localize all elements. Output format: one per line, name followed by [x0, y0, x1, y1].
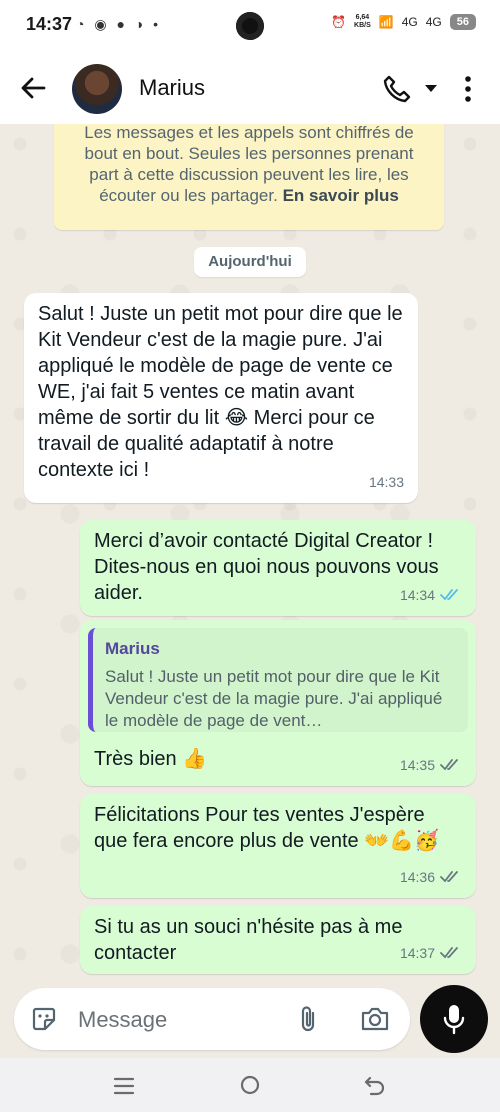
status-right-cluster: ⏰ 6,64 KB/S 📶 4G 4G 56: [331, 14, 476, 30]
wifi-icon: 📶: [378, 15, 394, 29]
encryption-notice[interactable]: Les messages et les appels sont chiffrés…: [54, 124, 444, 230]
date-divider: Aujourd'hui: [194, 247, 306, 277]
message-time: 14:37: [400, 940, 462, 966]
chevron-down-icon[interactable]: [424, 83, 438, 93]
message-time-label: 14:35: [399, 757, 435, 773]
arrow-left-icon[interactable]: [18, 73, 48, 103]
message-bubble-outgoing[interactable]: Félicitations Pour tes ventes J'espère q…: [80, 794, 476, 898]
learn-more-link[interactable]: En savoir plus: [283, 186, 399, 205]
front-camera: [236, 12, 264, 40]
phone-icon[interactable]: [382, 74, 412, 104]
message-text: Salut ! Juste un petit mot pour dire que…: [38, 303, 403, 481]
more-vertical-icon[interactable]: [460, 74, 476, 104]
paperclip-icon[interactable]: [297, 1004, 319, 1034]
message-time: 14:34: [400, 582, 462, 608]
quoted-text: Salut ! Juste un petit mot pour dire que…: [105, 667, 443, 730]
delivered-ticks-icon: [440, 759, 458, 771]
delivered-ticks-icon: [440, 947, 458, 959]
message-time-label: 14:34: [399, 587, 435, 603]
sticker-icon[interactable]: [30, 1005, 58, 1033]
contact-name[interactable]: Marius: [139, 75, 205, 101]
network-speed-value: 6,64: [355, 14, 370, 21]
message-composer: [14, 988, 410, 1050]
message-text: Félicitations Pour tes ventes J'espère q…: [94, 804, 439, 852]
voice-record-button[interactable]: [420, 985, 488, 1053]
message-bubble-outgoing-reply[interactable]: Marius Salut ! Juste un petit mot pour d…: [80, 620, 476, 786]
message-input[interactable]: [76, 1004, 280, 1036]
message-time: 14:33: [369, 469, 404, 495]
camera-icon[interactable]: [360, 1005, 390, 1033]
recents-icon[interactable]: [112, 1076, 136, 1096]
signal-2: 4G: [425, 15, 442, 29]
back-nav-icon[interactable]: [364, 1074, 386, 1096]
message-time: 14:35: [400, 752, 462, 778]
signal-1: 4G: [401, 15, 418, 29]
message-time-label: 14:33: [368, 474, 404, 490]
microphone-icon: [443, 1005, 465, 1035]
quoted-author: Marius: [105, 639, 160, 658]
message-bubble-outgoing[interactable]: Si tu as un souci n'hésite pas à me cont…: [80, 906, 476, 974]
alarm-icon: ⏰: [331, 15, 347, 29]
status-bar: 14:37 ◔ ◉ ● ◑ • ⏰ 6,64 KB/S 📶 4G 4G 56: [0, 0, 500, 52]
network-speed-unit: KB/S: [354, 22, 371, 29]
read-ticks-icon: [440, 589, 458, 601]
message-time: 14:36: [400, 864, 462, 890]
message-time-label: 14:36: [399, 869, 435, 885]
battery-level: 56: [449, 14, 476, 30]
system-nav-bar: [0, 1058, 500, 1112]
message-text: Très bien 👍: [94, 748, 208, 770]
home-icon[interactable]: [239, 1074, 261, 1096]
avatar[interactable]: [72, 64, 122, 114]
message-bubble-incoming[interactable]: Salut ! Juste un petit mot pour dire que…: [24, 293, 418, 503]
message-bubble-outgoing[interactable]: Merci d’avoir contacté Digital Creator !…: [80, 520, 476, 616]
chat-header: Marius: [0, 52, 500, 124]
message-time-label: 14:37: [399, 945, 435, 961]
delivered-ticks-icon: [440, 871, 458, 883]
status-time: 14:37: [26, 14, 73, 34]
notification-icons: ◔ ◉ ● ◑ •: [76, 16, 162, 32]
chat-area[interactable]: Les messages et les appels sont chiffrés…: [0, 124, 500, 984]
network-speed: 6,64 KB/S: [354, 14, 371, 30]
quoted-message[interactable]: Marius Salut ! Juste un petit mot pour d…: [88, 628, 468, 732]
